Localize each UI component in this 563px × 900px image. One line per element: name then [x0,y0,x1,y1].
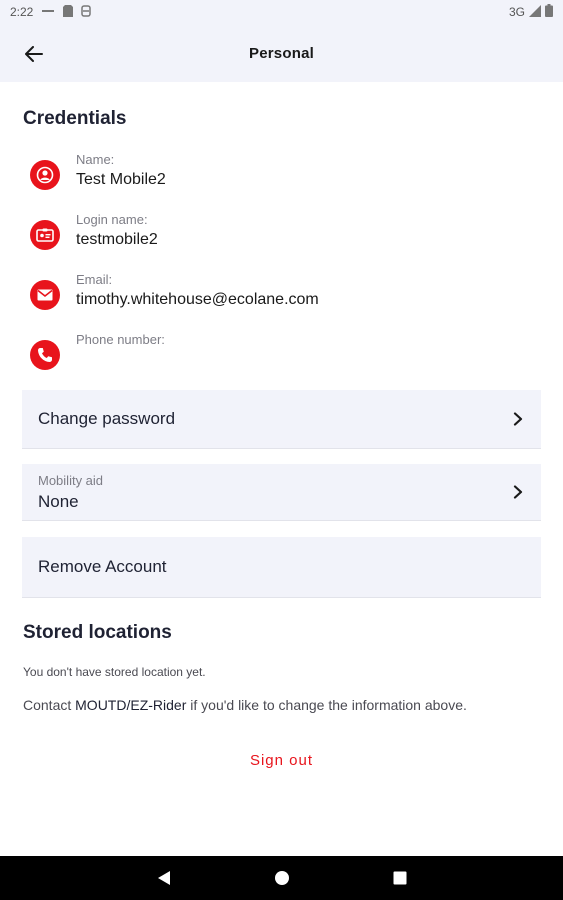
credential-value: Test Mobile2 [76,171,166,188]
nav-recents-button[interactable] [389,867,411,889]
stored-locations-title: Stored locations [23,622,172,643]
page-title: Personal [249,44,314,62]
nav-back-button[interactable] [153,867,175,889]
cast-icon [41,5,55,19]
contact-suffix: if you'd like to change the information … [190,697,467,713]
back-button[interactable] [20,40,48,68]
arrow-left-icon [25,46,43,62]
credential-label: Name: [76,152,115,167]
change-password-label: Change password [38,409,176,428]
mobility-aid-selector[interactable]: Mobility aid None [22,464,541,521]
mail-icon [30,280,60,310]
credential-value: testmobile2 [76,231,158,248]
credential-value: timothy.whitehouse@ecolane.com [76,291,319,308]
nav-home-button[interactable] [271,867,293,889]
remove-account-label: Remove Account [38,557,167,576]
network-type: 3G [508,5,525,19]
triangle-back-icon [157,871,170,885]
chevron-right-icon [513,485,523,499]
circle-home-icon [274,871,289,885]
phone-icon [30,340,60,370]
contact-info-text: Contact MOUTD/EZ-Rider if you'd like to … [23,697,467,713]
id-card-icon [30,220,60,250]
status-time: 2:22 [10,5,34,19]
credential-label: Login name: [76,212,148,227]
signal-icon [529,4,541,20]
chevron-right-icon [513,412,523,426]
credential-phone: Phone number: [28,332,528,382]
sync-icon [81,4,92,20]
contact-prefix: Contact [23,697,72,713]
status-bar: 2:22 3G [0,0,563,24]
square-recents-icon [393,871,406,885]
system-nav-bar [0,856,563,900]
app-bar: Personal [0,24,563,82]
mobility-aid-label: Mobility aid [38,473,104,488]
sign-out-button[interactable]: Sign out [0,752,563,769]
credentials-title: Credentials [23,108,127,129]
credential-label: Phone number: [76,332,165,347]
credential-label: Email: [76,272,113,287]
sd-card-icon [63,4,74,20]
contact-agency: MOUTD/EZ-Rider [75,697,187,713]
change-password-button[interactable]: Change password [22,390,541,449]
remove-account-button[interactable]: Remove Account [22,537,541,598]
stored-locations-empty-text: You don't have stored location yet. [23,665,206,679]
credential-email: Email: timothy.whitehouse@ecolane.com [28,272,528,322]
mobility-aid-value: None [38,492,79,511]
battery-icon [545,4,553,20]
credential-name: Name: Test Mobile2 [28,152,528,202]
person-icon [30,160,60,190]
credential-login-name: Login name: testmobile2 [28,212,528,262]
